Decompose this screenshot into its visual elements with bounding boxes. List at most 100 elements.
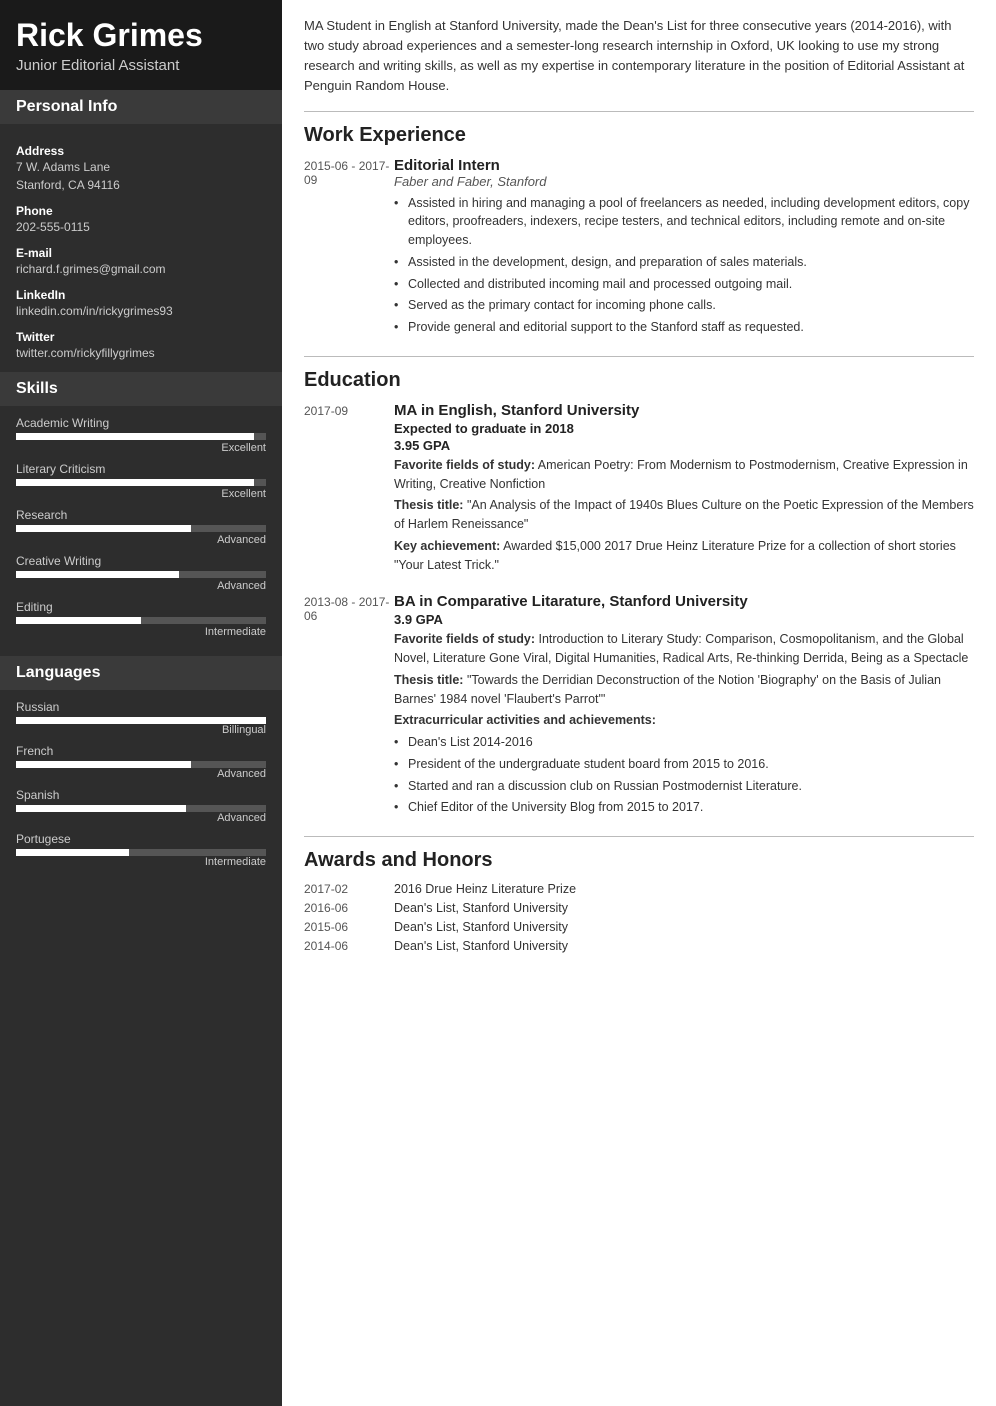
- skill-bar-fill: [16, 433, 254, 440]
- skill-level: Excellent: [16, 442, 266, 454]
- email-label: E-mail: [16, 246, 266, 260]
- award-date: 2017-02: [304, 882, 394, 896]
- skill-bar-bg: [16, 479, 266, 486]
- skill-level: Intermediate: [16, 626, 266, 638]
- skill-item: Literary Criticism Excellent: [16, 462, 266, 500]
- skill-item: Editing Intermediate: [16, 600, 266, 638]
- extracurricular-item: Started and ran a discussion club on Rus…: [394, 777, 974, 796]
- skill-level: Advanced: [16, 534, 266, 546]
- edu-date: 2017-09: [304, 402, 394, 578]
- extracurricular-item: Chief Editor of the University Blog from…: [394, 798, 974, 817]
- edu-body: BA in Comparative Litarature, Stanford U…: [394, 593, 974, 820]
- entry-body: Editorial Intern Faber and Faber, Stanfo…: [394, 157, 974, 340]
- awards-title: Awards and Honors: [304, 849, 974, 872]
- bullet-item: Provide general and editorial support to…: [394, 318, 974, 337]
- entry-subtitle: Faber and Faber, Stanford: [394, 174, 974, 189]
- divider-education: [304, 356, 974, 357]
- address-label: Address: [16, 144, 266, 158]
- edu-fields: Favorite fields of study: Introduction t…: [394, 630, 974, 668]
- language-level: Intermediate: [16, 856, 266, 868]
- language-level: Billingual: [16, 724, 266, 736]
- language-bar-bg: [16, 805, 266, 812]
- skill-bar-bg: [16, 617, 266, 624]
- extracurricular-item: President of the undergraduate student b…: [394, 755, 974, 774]
- award-entry: 2014-06 Dean's List, Stanford University: [304, 939, 974, 953]
- language-bar-fill: [16, 805, 186, 812]
- edu-body: MA in English, Stanford University Expect…: [394, 402, 974, 578]
- language-level: Advanced: [16, 812, 266, 824]
- candidate-title: Junior Editorial Assistant: [16, 57, 266, 74]
- language-bar-fill: [16, 717, 266, 724]
- award-entry: 2015-06 Dean's List, Stanford University: [304, 920, 974, 934]
- skill-bar-fill: [16, 525, 191, 532]
- edu-thesis: Thesis title: "An Analysis of the Impact…: [394, 496, 974, 534]
- skill-name: Research: [16, 508, 266, 522]
- award-entry: 2016-06 Dean's List, Stanford University: [304, 901, 974, 915]
- language-item: Spanish Advanced: [16, 788, 266, 824]
- personal-info-content: Address 7 W. Adams Lane Stanford, CA 941…: [0, 124, 282, 372]
- email-value: richard.f.grimes@gmail.com: [16, 260, 266, 278]
- language-name: French: [16, 744, 266, 758]
- language-bar-bg: [16, 761, 266, 768]
- languages-heading: Languages: [0, 656, 282, 690]
- education-entry: 2017-09 MA in English, Stanford Universi…: [304, 402, 974, 578]
- address-line1: 7 W. Adams Lane: [16, 158, 266, 176]
- award-name: Dean's List, Stanford University: [394, 901, 568, 915]
- language-item: Portugese Intermediate: [16, 832, 266, 868]
- skill-name: Literary Criticism: [16, 462, 266, 476]
- award-date: 2016-06: [304, 901, 394, 915]
- twitter-value: twitter.com/rickyfillygrimes: [16, 344, 266, 362]
- skills-content: Academic Writing Excellent Literary Crit…: [0, 406, 282, 656]
- bullet-item: Assisted in hiring and managing a pool o…: [394, 194, 974, 250]
- edu-fields: Favorite fields of study: American Poetr…: [394, 456, 974, 494]
- education-title: Education: [304, 369, 974, 392]
- entry-date: 2015-06 - 2017-09: [304, 157, 394, 340]
- bullet-item: Collected and distributed incoming mail …: [394, 275, 974, 294]
- bullet-item: Served as the primary contact for incomi…: [394, 296, 974, 315]
- skill-bar-bg: [16, 433, 266, 440]
- entry-bullets: Assisted in hiring and managing a pool o…: [394, 194, 974, 337]
- language-level: Advanced: [16, 768, 266, 780]
- skill-bar-fill: [16, 617, 141, 624]
- skill-level: Advanced: [16, 580, 266, 592]
- work-entries: 2015-06 - 2017-09 Editorial Intern Faber…: [304, 157, 974, 340]
- languages-content: Russian Billingual French Advanced Spani…: [0, 690, 282, 886]
- award-name: Dean's List, Stanford University: [394, 920, 568, 934]
- phone-label: Phone: [16, 204, 266, 218]
- skill-item: Research Advanced: [16, 508, 266, 546]
- edu-title: BA in Comparative Litarature, Stanford U…: [394, 593, 974, 610]
- sidebar-header: Rick Grimes Junior Editorial Assistant: [0, 0, 282, 90]
- skill-item: Creative Writing Advanced: [16, 554, 266, 592]
- edu-gpa: 3.95 GPA: [394, 438, 974, 453]
- skill-bar-fill: [16, 571, 179, 578]
- edu-title: MA in English, Stanford University: [394, 402, 974, 419]
- address-line2: Stanford, CA 94116: [16, 176, 266, 194]
- twitter-label: Twitter: [16, 330, 266, 344]
- education-entry: 2013-08 - 2017-06 BA in Comparative Lita…: [304, 593, 974, 820]
- edu-date: 2013-08 - 2017-06: [304, 593, 394, 820]
- personal-info-heading: Personal Info: [0, 90, 282, 124]
- skill-bar-bg: [16, 571, 266, 578]
- phone-value: 202-555-0115: [16, 218, 266, 236]
- entry-title: Editorial Intern: [394, 157, 974, 174]
- language-item: Russian Billingual: [16, 700, 266, 736]
- language-bar-bg: [16, 849, 266, 856]
- skill-name: Academic Writing: [16, 416, 266, 430]
- skill-item: Academic Writing Excellent: [16, 416, 266, 454]
- edu-achievement: Key achievement: Awarded $15,000 2017 Dr…: [394, 537, 974, 575]
- divider-work: [304, 111, 974, 112]
- language-bar-bg: [16, 717, 266, 724]
- skill-name: Creative Writing: [16, 554, 266, 568]
- linkedin-label: LinkedIn: [16, 288, 266, 302]
- language-bar-fill: [16, 849, 129, 856]
- sidebar: Rick Grimes Junior Editorial Assistant P…: [0, 0, 282, 1406]
- award-name: Dean's List, Stanford University: [394, 939, 568, 953]
- language-name: Portugese: [16, 832, 266, 846]
- candidate-name: Rick Grimes: [16, 18, 266, 53]
- skill-name: Editing: [16, 600, 266, 614]
- award-entry: 2017-02 2016 Drue Heinz Literature Prize: [304, 882, 974, 896]
- skill-level: Excellent: [16, 488, 266, 500]
- extracurricular-item: Dean's List 2014-2016: [394, 733, 974, 752]
- edu-thesis: Thesis title: "Towards the Derridian Dec…: [394, 671, 974, 709]
- edu-expected: Expected to graduate in 2018: [394, 421, 974, 436]
